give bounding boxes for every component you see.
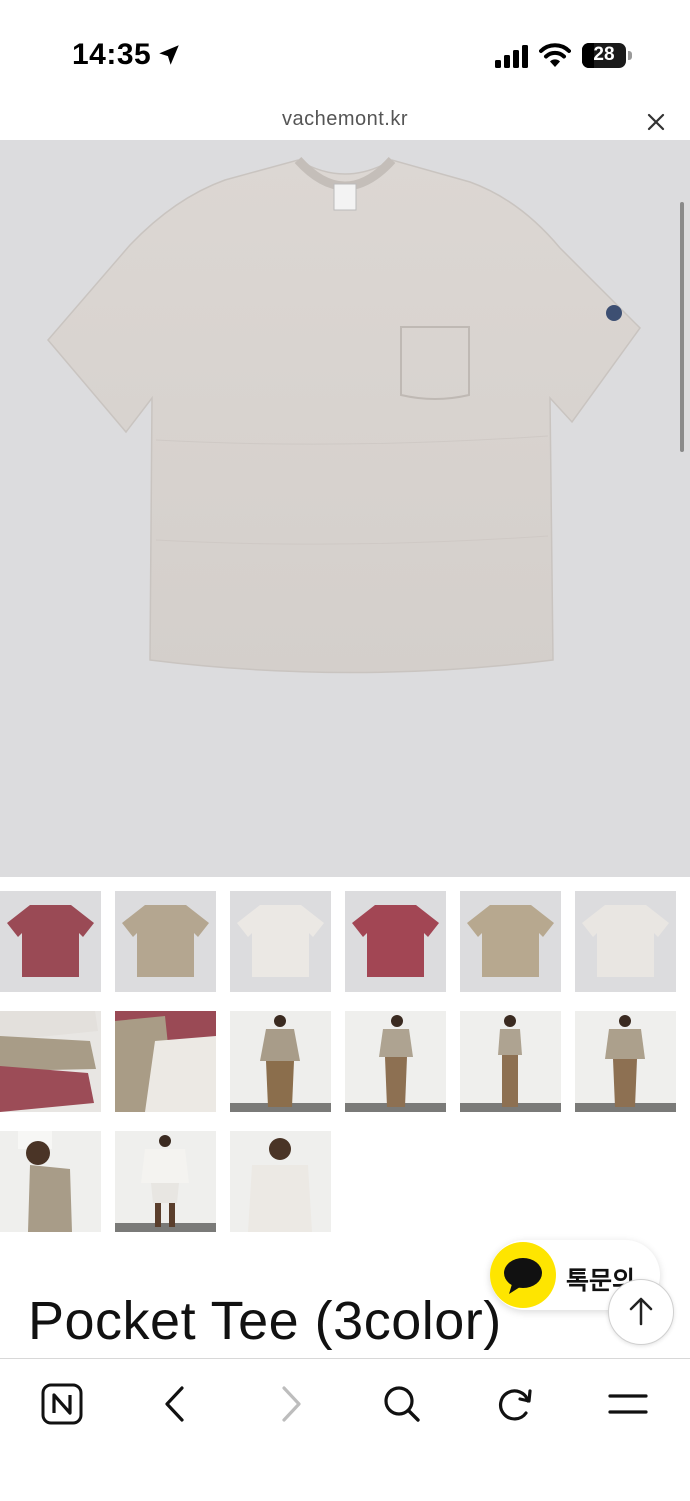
thumbnail-beige-tee[interactable] <box>115 891 216 992</box>
thumbnail-model-white-tee[interactable] <box>230 1131 331 1232</box>
thumbnail-model-close[interactable] <box>0 1131 101 1232</box>
battery-indicator: 28 <box>582 43 626 68</box>
thumbnail-layered-tees[interactable] <box>115 1011 216 1112</box>
chat-bubble-icon <box>504 1258 542 1294</box>
location-arrow-icon <box>159 45 179 65</box>
cellular-signal-icon <box>495 45 528 68</box>
hero-scroll-indicator <box>680 202 684 452</box>
thumbnail-model-side[interactable] <box>345 1011 446 1112</box>
product-main-image[interactable] <box>0 140 690 877</box>
grey-pocket-tee-image <box>47 156 641 674</box>
wifi-icon <box>539 43 571 67</box>
scroll-to-top-button[interactable] <box>608 1279 674 1345</box>
thumbnail-model-front[interactable] <box>230 1011 331 1112</box>
thumbnail-maroon-tee[interactable] <box>0 891 101 992</box>
url-text[interactable]: vachemont.kr <box>0 108 690 131</box>
search-icon[interactable] <box>377 1379 427 1429</box>
thumbnail-beige-tee-2[interactable] <box>460 891 561 992</box>
kakao-talk-badge <box>490 1242 556 1308</box>
status-bar: 14:35 28 <box>0 0 690 100</box>
url-bar[interactable]: vachemont.kr <box>0 100 690 140</box>
thumbnail-stacked-tees[interactable] <box>0 1011 101 1112</box>
thumbnail-model-side-2[interactable] <box>460 1011 561 1112</box>
thumbnail-white-tee[interactable] <box>230 891 331 992</box>
thumbnail-model-back[interactable] <box>575 1011 676 1112</box>
menu-icon[interactable] <box>603 1379 653 1429</box>
browser-toolbar <box>0 1358 690 1501</box>
thumbnail-maroon-tee-2[interactable] <box>345 891 446 992</box>
battery-percent: 28 <box>593 44 615 65</box>
arrow-up-icon <box>629 1297 653 1326</box>
thumbnail-white-tee-2[interactable] <box>575 891 676 992</box>
naver-n-icon[interactable] <box>37 1379 87 1429</box>
chevron-left-icon[interactable] <box>151 1379 201 1429</box>
battery-cap <box>628 51 632 60</box>
chevron-right-icon[interactable] <box>265 1379 315 1429</box>
refresh-icon[interactable] <box>490 1379 540 1429</box>
thumbnail-model-white-set[interactable] <box>115 1131 216 1232</box>
close-icon[interactable] <box>642 108 670 136</box>
status-time: 14:35 <box>72 38 152 71</box>
product-title: Pocket Tee (3color) <box>28 1291 502 1351</box>
